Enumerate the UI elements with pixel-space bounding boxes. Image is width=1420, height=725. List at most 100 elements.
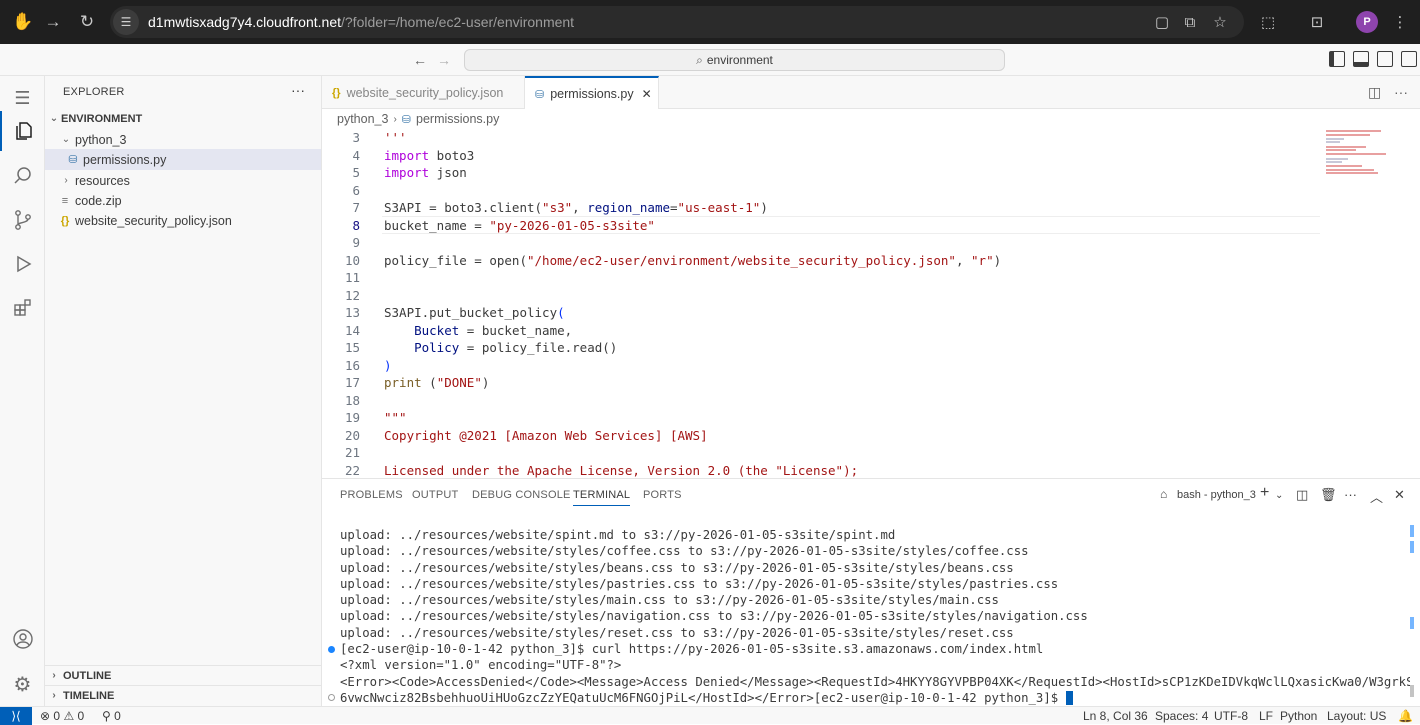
back-arrow-icon[interactable]: ← bbox=[410, 50, 430, 70]
trash-icon[interactable]: 🗑 bbox=[1320, 487, 1337, 503]
tab-label: permissions.py bbox=[550, 87, 634, 101]
run-debug-icon[interactable] bbox=[0, 244, 45, 284]
bottom-panel: PROBLEMS OUTPUT DEBUG CONSOLE TERMINAL P… bbox=[322, 478, 1420, 706]
more-actions-icon[interactable]: ··· bbox=[291, 82, 305, 98]
timeline-section[interactable]: › TIMELINE bbox=[45, 685, 321, 705]
panel-tab-ports[interactable]: PORTS bbox=[643, 489, 682, 501]
terminal-line: <Error><Code>AccessDenied</Code><Message… bbox=[340, 674, 1410, 689]
breadcrumb-folder[interactable]: python_3 bbox=[337, 112, 388, 126]
settings-gear-icon[interactable]: ⚙ bbox=[0, 664, 45, 704]
browser-toolbar: ✋ → ↻ ☰ d1mwtisxadg7y4.cloudfront.net/?f… bbox=[0, 0, 1420, 44]
site-info-icon[interactable]: ☰ bbox=[113, 9, 139, 35]
scroll-marker bbox=[1410, 525, 1414, 537]
customize-layout-icon[interactable] bbox=[1401, 51, 1417, 67]
more-actions-icon[interactable]: ··· bbox=[1344, 487, 1357, 502]
extensions-icon[interactable]: ⬚ bbox=[1256, 10, 1280, 34]
chevron-right-icon: › bbox=[393, 113, 397, 125]
notifications-bell-icon[interactable]: 🔔 bbox=[1398, 709, 1413, 723]
code-line: 6 bbox=[352, 182, 360, 198]
remote-indicator-icon[interactable]: ⟩⟨ bbox=[0, 707, 32, 725]
terminal-scrollbar[interactable] bbox=[1410, 685, 1414, 697]
explorer-icon[interactable] bbox=[0, 111, 45, 151]
chevron-down-icon[interactable]: ⌄ bbox=[1275, 490, 1283, 501]
code-editor[interactable]: 3 ''' 4 import boto3 5 import json 6 7 S3API… bbox=[322, 129, 1420, 478]
install-app-icon[interactable]: ⧉ bbox=[1178, 10, 1202, 34]
problems-status[interactable]: ⊗ 0 ⚠ 0 bbox=[40, 709, 84, 723]
address-bar[interactable]: ☰ d1mwtisxadg7y4.cloudfront.net/?folder=… bbox=[110, 6, 1244, 38]
panel-tab-problems[interactable]: PROBLEMS bbox=[340, 489, 403, 501]
command-pending-icon[interactable] bbox=[328, 694, 335, 701]
new-terminal-icon[interactable]: + bbox=[1260, 484, 1269, 502]
terminal-line: upload: ../resources/website/styles/coff… bbox=[340, 544, 1029, 559]
forward-arrow-icon[interactable]: → bbox=[434, 50, 454, 70]
tree-item-permissions-py[interactable]: ⛁ permissions.py bbox=[45, 149, 321, 170]
terminal-line: <?xml version="1.0" encoding="UTF-8"?> bbox=[340, 658, 622, 673]
code-line: 3 ''' bbox=[352, 130, 407, 146]
browser-menu-icon[interactable]: ⋮ bbox=[1388, 10, 1412, 34]
outline-section[interactable]: › OUTLINE bbox=[45, 665, 321, 685]
terminal-shell-icon: ⌂ bbox=[1160, 487, 1168, 501]
minimap[interactable] bbox=[1322, 129, 1412, 189]
command-center-search[interactable]: ⌕ environment bbox=[464, 49, 1005, 71]
tree-item-code-zip[interactable]: ≡ code.zip bbox=[45, 190, 321, 211]
tab-website-security-policy-json[interactable]: {} website_security_policy.json bbox=[322, 76, 525, 109]
tree-item-python_3[interactable]: ⌄ python_3 bbox=[45, 129, 321, 150]
breadcrumb-file[interactable]: permissions.py bbox=[416, 112, 499, 126]
code-line: 18 bbox=[344, 392, 360, 408]
maximize-panel-icon[interactable]: ︿ bbox=[1370, 487, 1383, 506]
code-line: 17 print ("DONE") bbox=[344, 375, 490, 391]
forward-icon[interactable]: → bbox=[36, 5, 70, 39]
workspace-root[interactable]: ⌄ ENVIRONMENT bbox=[45, 108, 321, 129]
reload-icon[interactable]: ↻ bbox=[70, 5, 104, 39]
search-icon[interactable] bbox=[0, 156, 45, 196]
tree-item-label: website_security_policy.json bbox=[75, 213, 232, 228]
terminal-cursor bbox=[1065, 691, 1073, 706]
panel-tab-debug-console[interactable]: DEBUG CONSOLE bbox=[472, 489, 571, 501]
code-line: 13 S3API.put_bucket_policy( bbox=[344, 305, 565, 321]
ports-status[interactable]: ⚲ 0 bbox=[102, 709, 121, 723]
profile-avatar[interactable]: P bbox=[1356, 11, 1378, 33]
account-icon[interactable] bbox=[0, 619, 45, 659]
toggle-sidebar-icon[interactable] bbox=[1329, 51, 1345, 67]
indentation-status[interactable]: Spaces: 4 bbox=[1155, 709, 1208, 723]
tree-item-label: resources bbox=[75, 173, 130, 188]
bookmark-star-icon[interactable]: ☆ bbox=[1208, 10, 1232, 34]
tree-item-resources[interactable]: › resources bbox=[45, 170, 321, 191]
terminal-name[interactable]: bash - python_3 bbox=[1177, 489, 1256, 501]
vscode-titlebar: ← → ⌕ environment bbox=[0, 44, 1420, 76]
chevron-down-icon: ⌄ bbox=[49, 113, 59, 124]
terminal-output[interactable]: upload: ../resources/website/spint.md to… bbox=[340, 528, 1410, 707]
tab-permissions-py[interactable]: ⛁ permissions.py ✕ bbox=[525, 76, 659, 110]
split-terminal-icon[interactable]: ◫ bbox=[1296, 487, 1308, 503]
command-center-label: environment bbox=[706, 53, 773, 67]
zip-file-icon: ≡ bbox=[61, 194, 69, 207]
more-actions-icon[interactable]: ··· bbox=[1394, 84, 1408, 100]
explorer-title: EXPLORER bbox=[63, 86, 125, 98]
code-line: 14 Bucket = bucket_name, bbox=[344, 322, 573, 338]
tree-item-website-security-policy-json[interactable]: {} website_security_policy.json bbox=[45, 210, 321, 231]
command-success-icon[interactable] bbox=[328, 646, 335, 653]
cursor-position[interactable]: Ln 8, Col 36 bbox=[1083, 709, 1148, 723]
toggle-panel-icon[interactable] bbox=[1353, 51, 1369, 67]
tab-label: website_security_policy.json bbox=[346, 85, 504, 100]
eol-status[interactable]: LF bbox=[1259, 709, 1273, 723]
explorer-sidebar: EXPLORER ··· ⌄ ENVIRONMENT ⌄ python_3 ⛁ … bbox=[45, 76, 322, 706]
code-line: 10 policy_file = open("/home/ec2-user/env… bbox=[344, 252, 1002, 268]
panel-tab-terminal[interactable]: TERMINAL bbox=[573, 489, 631, 506]
python-file-icon: ⛁ bbox=[535, 88, 545, 101]
close-panel-icon[interactable]: ✕ bbox=[1394, 487, 1405, 503]
close-icon[interactable]: ✕ bbox=[642, 87, 652, 101]
source-control-icon[interactable] bbox=[0, 200, 45, 240]
clipboard-icon[interactable]: ▢ bbox=[1150, 10, 1174, 34]
python-file-icon: ⛁ bbox=[68, 154, 78, 166]
tab-search-icon[interactable]: ⊡ bbox=[1305, 10, 1329, 34]
extensions-icon[interactable] bbox=[0, 288, 45, 328]
panel-tab-output[interactable]: OUTPUT bbox=[412, 489, 458, 501]
language-mode[interactable]: Python bbox=[1280, 709, 1317, 723]
terminal-line: upload: ../resources/website/styles/past… bbox=[340, 576, 1059, 591]
keyboard-layout[interactable]: Layout: US bbox=[1327, 709, 1386, 723]
workspace-root-label: ENVIRONMENT bbox=[61, 112, 143, 125]
encoding-status[interactable]: UTF-8 bbox=[1214, 709, 1248, 723]
split-editor-icon[interactable]: ◫ bbox=[1368, 84, 1381, 101]
toggle-secondary-sidebar-icon[interactable] bbox=[1377, 51, 1393, 67]
